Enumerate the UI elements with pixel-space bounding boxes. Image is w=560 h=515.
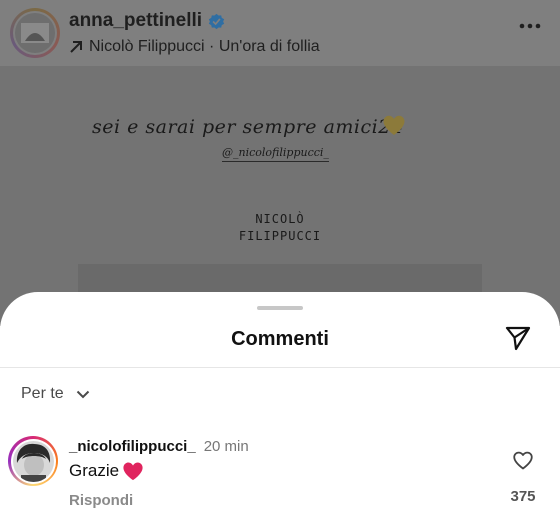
- divider: [0, 367, 560, 368]
- chevron-down-icon: [76, 390, 89, 398]
- yellow-heart-icon: [383, 115, 405, 135]
- image-tag: @_nicolofilippucci_: [222, 146, 329, 162]
- red-heart-icon: [123, 462, 143, 481]
- post-header: anna_pettinelli Nicolò Filippucci · Un'o…: [0, 0, 560, 66]
- sort-dropdown[interactable]: Per te: [21, 385, 90, 403]
- like-heart-icon[interactable]: [512, 450, 534, 470]
- post-image[interactable]: sei e sarai per sempre amici24 @_nicolof…: [0, 66, 560, 334]
- like-count: 375: [510, 488, 536, 505]
- comment-username[interactable]: _nicolofilippucci_: [69, 438, 196, 455]
- more-icon[interactable]: [518, 22, 542, 30]
- image-name: NICOLÒ FILIPPUCCI: [238, 212, 322, 243]
- verified-icon: [208, 13, 225, 29]
- comments-sheet: Commenti Per te _nicolofilippucci_ 20 mi…: [0, 292, 560, 515]
- sort-label: Per te: [21, 385, 64, 402]
- comment-avatar[interactable]: [8, 436, 58, 486]
- post-username[interactable]: anna_pettinelli: [69, 10, 202, 32]
- arrow-up-right-icon: [70, 41, 82, 53]
- comment-time: 20 min: [203, 438, 249, 455]
- send-icon[interactable]: [504, 324, 532, 352]
- reply-button[interactable]: Rispondi: [69, 492, 133, 509]
- post-avatar[interactable]: [10, 8, 60, 58]
- image-caption: sei e sarai per sempre amici24: [92, 116, 404, 138]
- music-link[interactable]: Nicolò Filippucci · Un'ora di follia: [69, 38, 320, 56]
- sheet-grabber[interactable]: [257, 306, 303, 310]
- comment-item: _nicolofilippucci_ 20 min Grazie Rispond…: [0, 434, 560, 515]
- comment-text: Grazie: [69, 461, 120, 480]
- music-title: Nicolò Filippucci · Un'ora di follia: [89, 38, 320, 55]
- sheet-title: Commenti: [231, 328, 329, 350]
